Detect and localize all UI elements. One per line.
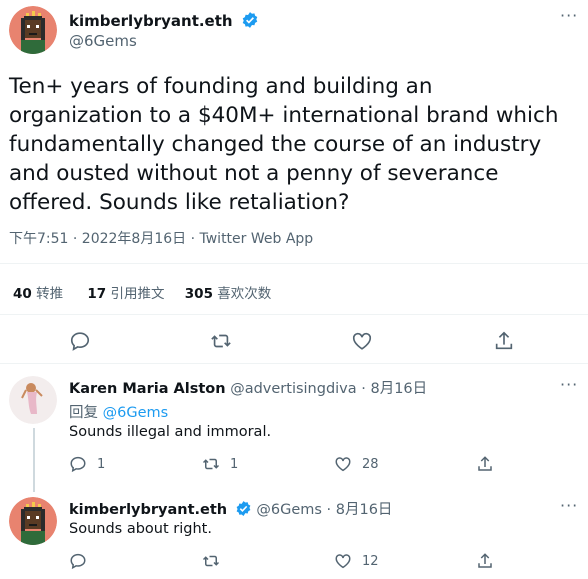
more-icon[interactable]: ··· [560, 375, 578, 394]
reply-button[interactable] [69, 552, 87, 570]
reply-text: Sounds illegal and immoral. [69, 424, 272, 440]
verified-badge-icon [235, 500, 252, 521]
separator-dot: · [361, 381, 366, 397]
reply-author-handle[interactable]: @6Gems [256, 502, 322, 518]
more-icon[interactable]: ··· [560, 496, 578, 515]
reply-author-handle[interactable]: @advertisingdiva [230, 381, 356, 397]
author-name[interactable]: kimberlybryant.eth [69, 12, 233, 30]
reply-count: 1 [97, 456, 106, 472]
retweet-count: 1 [230, 456, 239, 472]
retweet-icon [211, 334, 231, 348]
retweet-icon [202, 458, 220, 470]
author-handle[interactable]: @6Gems [69, 32, 137, 50]
reply-author-name[interactable]: kimberlybryant.eth [69, 502, 227, 518]
like-button[interactable]: 12 [334, 552, 379, 570]
like-button[interactable]: 28 [334, 455, 379, 473]
likes-stat[interactable]: 305 喜欢次数 [185, 286, 271, 302]
reply-author-name[interactable]: Karen Maria Alston [69, 381, 226, 397]
reply-text: Sounds about right. [69, 521, 212, 537]
replying-to-prefix: 回复 [69, 405, 98, 421]
share-button[interactable] [493, 330, 515, 352]
share-icon [478, 553, 492, 568]
reply-icon [70, 332, 90, 351]
like-icon [352, 332, 372, 350]
reply-button[interactable]: 1 [69, 455, 105, 473]
verified-badge-icon [241, 11, 259, 33]
share-icon [478, 456, 492, 471]
replying-to: 回复 @6Gems [69, 401, 168, 422]
quotes-count: 17 [87, 286, 107, 302]
share-icon [495, 331, 513, 350]
reply-date[interactable]: 8月16日 [336, 502, 393, 518]
reply-avatar[interactable] [9, 497, 57, 545]
like-count: 12 [362, 553, 379, 569]
reply-date[interactable]: 8月16日 [370, 381, 427, 397]
author-avatar[interactable] [9, 6, 57, 54]
likes-count: 305 [184, 286, 213, 302]
reply-button[interactable] [69, 330, 91, 352]
retweet-button[interactable] [202, 552, 220, 570]
retweets-label: 转推 [36, 286, 64, 302]
likes-label: 喜欢次数 [217, 286, 272, 302]
reply-icon [70, 553, 86, 570]
like-button[interactable] [351, 330, 373, 352]
like-icon [335, 554, 351, 569]
reply-avatar[interactable] [9, 376, 57, 424]
quotes-label: 引用推文 [110, 286, 165, 302]
retweet-button[interactable] [210, 330, 232, 352]
reply-icon [70, 456, 86, 473]
tweet-text: Ten+ years of founding and building an o… [9, 74, 559, 215]
share-button[interactable] [476, 455, 494, 473]
like-count: 28 [362, 456, 379, 472]
tweet-timestamp[interactable]: 下午7:51 · 2022年8月16日 · Twitter Web App [9, 228, 313, 248]
tweet-stats: 40 转推 17 引用推文 305 喜欢次数 [13, 282, 271, 302]
like-icon [335, 457, 351, 472]
retweets-stat[interactable]: 40 转推 [13, 286, 67, 302]
quotes-stat[interactable]: 17 引用推文 [87, 286, 168, 302]
separator-dot: · [326, 502, 332, 518]
retweet-icon [202, 555, 220, 567]
retweets-count: 40 [13, 286, 32, 302]
retweet-button[interactable]: 1 [202, 455, 238, 473]
share-button[interactable] [476, 552, 494, 570]
replying-to-handle[interactable]: @6Gems [103, 405, 169, 421]
more-icon[interactable]: ··· [560, 6, 578, 25]
